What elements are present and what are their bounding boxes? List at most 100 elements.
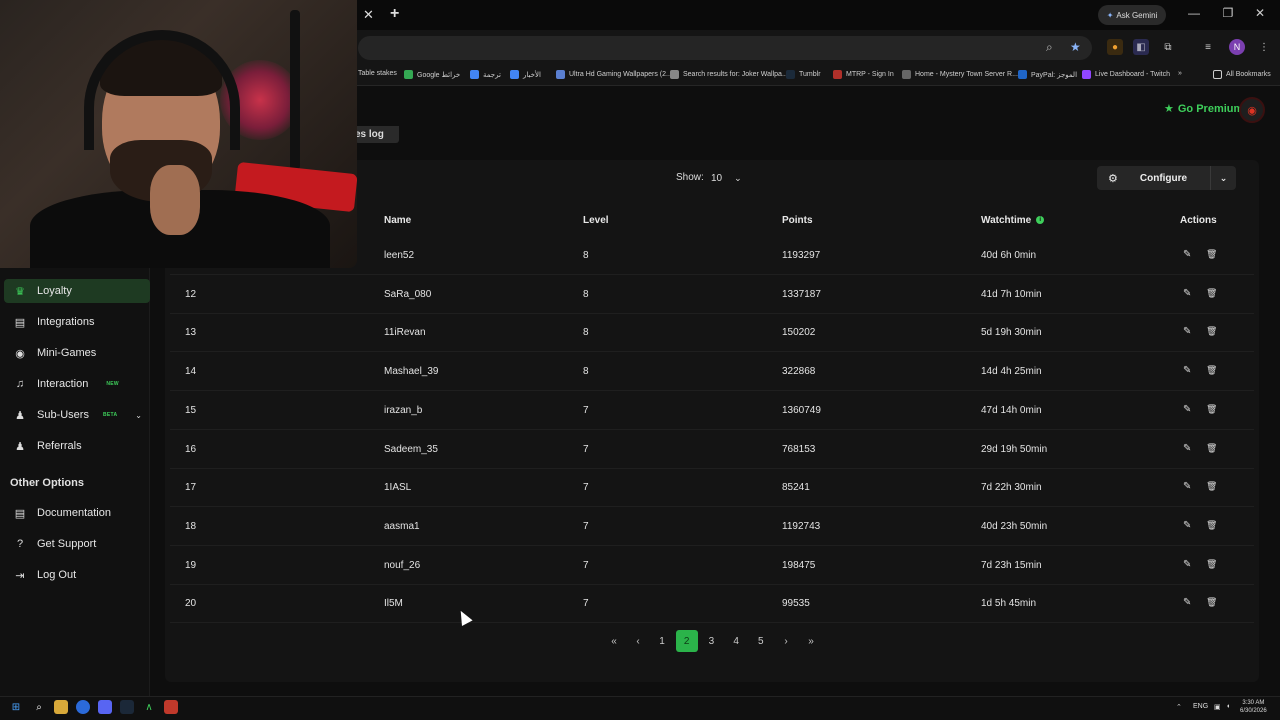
sidebar-item-sub-users[interactable]: ♟ Sub-Users BETA ⌄ bbox=[4, 403, 150, 427]
page-button[interactable]: 4 bbox=[725, 630, 747, 652]
configure-button[interactable]: ⚙ Configure ⌄ bbox=[1097, 166, 1236, 190]
trash-icon[interactable]: 🗑 bbox=[1206, 443, 1217, 454]
system-clock[interactable]: 3:30 AM 6/30/2026 bbox=[1240, 699, 1267, 715]
sidebar-item-loyalty[interactable]: ♛ Loyalty bbox=[4, 279, 150, 303]
steam-icon[interactable] bbox=[120, 700, 134, 714]
media-control-icon[interactable]: ≡ bbox=[1200, 39, 1216, 55]
bookmark-item[interactable]: Home - Mystery Town Server R... bbox=[902, 70, 1018, 79]
extension-icon[interactable]: ◧ bbox=[1133, 39, 1149, 55]
page-button[interactable]: 1 bbox=[651, 630, 673, 652]
bookmark-item[interactable]: Ultra Hd Gaming Wallpapers (2... bbox=[556, 70, 672, 79]
bookmark-item[interactable]: Tumblr bbox=[786, 70, 821, 79]
profile-avatar[interactable]: N bbox=[1229, 39, 1245, 55]
next-page-icon[interactable]: › bbox=[775, 630, 797, 652]
column-header-watchtime[interactable]: Watchtime i bbox=[981, 215, 1045, 226]
zoom-icon[interactable]: ⌕ bbox=[1046, 40, 1053, 55]
edit-icon[interactable]: ✎ bbox=[1183, 597, 1191, 608]
status-badge: BETA bbox=[102, 412, 118, 418]
column-header-name[interactable]: Name bbox=[384, 215, 411, 226]
favicon-icon bbox=[902, 70, 911, 79]
prev-page-icon[interactable]: ‹ bbox=[627, 630, 649, 652]
column-header-points[interactable]: Points bbox=[782, 215, 813, 226]
trash-icon[interactable]: 🗑 bbox=[1206, 559, 1217, 570]
page-size-select[interactable]: 10 ⌄ bbox=[705, 168, 751, 188]
info-icon[interactable]: i bbox=[1036, 216, 1045, 225]
sidebar-item-documentation[interactable]: ▤ Documentation bbox=[4, 501, 150, 525]
file-explorer-icon[interactable] bbox=[54, 700, 68, 714]
close-tab-icon[interactable]: ✕ bbox=[363, 7, 377, 23]
webcam-overlay bbox=[0, 0, 357, 268]
first-page-icon[interactable]: « bbox=[603, 630, 625, 652]
volume-icon[interactable]: ◖ bbox=[1226, 703, 1230, 710]
edit-icon[interactable]: ✎ bbox=[1183, 443, 1191, 454]
trash-icon[interactable]: 🗑 bbox=[1206, 365, 1217, 376]
bookmark-item[interactable]: ترجمة bbox=[470, 70, 501, 79]
points-cell: 1192743 bbox=[782, 520, 821, 532]
user-avatar[interactable]: ◉ bbox=[1239, 97, 1265, 123]
language-indicator[interactable]: ENG bbox=[1193, 703, 1208, 710]
bookmark-item[interactable]: Live Dashboard - Twitch bbox=[1082, 70, 1170, 79]
bookmark-item[interactable]: Google خرائط bbox=[404, 70, 460, 79]
extension-icon[interactable]: ● bbox=[1107, 39, 1123, 55]
close-window-icon[interactable]: ✕ bbox=[1252, 6, 1268, 20]
bookmark-item[interactable]: MTRP - Sign In bbox=[833, 70, 894, 79]
edit-icon[interactable]: ✎ bbox=[1183, 326, 1191, 337]
trash-icon[interactable]: 🗑 bbox=[1206, 597, 1217, 608]
browser-menu-icon[interactable]: ⋮ bbox=[1256, 39, 1272, 55]
search-icon[interactable]: ⌕ bbox=[32, 700, 46, 714]
trash-icon[interactable]: 🗑 bbox=[1206, 326, 1217, 337]
tray-chevron-icon[interactable]: ⌃ bbox=[1176, 703, 1182, 711]
last-page-icon[interactable]: » bbox=[800, 630, 822, 652]
book-icon: ▤ bbox=[14, 507, 26, 520]
page-button[interactable]: 3 bbox=[700, 630, 722, 652]
new-tab-icon[interactable]: + bbox=[390, 5, 406, 23]
bookmark-item[interactable]: الأخبار bbox=[510, 70, 541, 79]
sidebar-item-referrals[interactable]: ♟ Referrals bbox=[4, 434, 150, 458]
edit-icon[interactable]: ✎ bbox=[1183, 481, 1191, 492]
trash-icon[interactable]: 🗑 bbox=[1206, 288, 1217, 299]
edit-icon[interactable]: ✎ bbox=[1183, 288, 1191, 299]
trash-icon[interactable]: 🗑 bbox=[1206, 404, 1217, 415]
points-cell: 1360749 bbox=[782, 404, 821, 416]
app-icon[interactable]: ∧ bbox=[142, 700, 156, 714]
bookmark-item[interactable]: Table stakes bbox=[358, 70, 397, 77]
table-row: 13 11iRevan 8 150202 5d 19h 30min ✎ 🗑 bbox=[170, 314, 1254, 353]
page-button[interactable]: 2 bbox=[675, 630, 698, 652]
watchtime-cell: 1d 5h 45min bbox=[981, 598, 1037, 610]
trash-icon[interactable]: 🗑 bbox=[1206, 520, 1217, 531]
bookmark-star-icon[interactable]: ★ bbox=[1070, 40, 1081, 54]
sidebar-item-interaction[interactable]: ♫ Interaction NEW bbox=[4, 372, 150, 396]
network-icon[interactable]: ▣ bbox=[1214, 703, 1221, 711]
edit-icon[interactable]: ✎ bbox=[1183, 404, 1191, 415]
sidebar-item-label: Sub-Users bbox=[37, 409, 89, 421]
sidebar-item-label: Get Support bbox=[37, 538, 97, 550]
bookmark-item[interactable]: Search results for: Joker Wallpa... bbox=[670, 70, 788, 79]
trash-icon[interactable]: 🗑 bbox=[1206, 481, 1217, 492]
sidebar-item-mini-games[interactable]: ◉ Mini-Games bbox=[4, 341, 150, 365]
tab-log[interactable]: es log bbox=[355, 126, 399, 143]
ask-gemini-button[interactable]: ✦ Ask Gemini bbox=[1098, 5, 1166, 25]
extensions-puzzle-icon[interactable]: ⧉ bbox=[1160, 39, 1176, 55]
go-premium-button[interactable]: ★ Go Premium bbox=[1164, 102, 1243, 116]
sidebar-item-log-out[interactable]: ⇥ Log Out bbox=[4, 563, 150, 587]
more-bookmarks-icon[interactable]: » bbox=[1178, 70, 1182, 77]
bookmark-item[interactable]: PayPal: الموجز bbox=[1018, 70, 1077, 79]
edit-icon[interactable]: ✎ bbox=[1183, 365, 1191, 376]
page-button[interactable]: 5 bbox=[750, 630, 772, 652]
discord-icon[interactable] bbox=[98, 700, 112, 714]
chrome-icon[interactable] bbox=[76, 700, 90, 714]
configure-dropdown-chevron-icon[interactable]: ⌄ bbox=[1210, 166, 1236, 190]
minimize-icon[interactable]: — bbox=[1186, 6, 1202, 20]
edit-icon[interactable]: ✎ bbox=[1183, 249, 1191, 260]
restore-icon[interactable]: ❐ bbox=[1220, 6, 1236, 20]
all-bookmarks-button[interactable]: All Bookmarks bbox=[1213, 70, 1271, 79]
trash-icon[interactable]: 🗑 bbox=[1206, 249, 1217, 260]
shield-app-icon[interactable] bbox=[164, 700, 178, 714]
edit-icon[interactable]: ✎ bbox=[1183, 520, 1191, 531]
omnibox[interactable] bbox=[358, 36, 1092, 60]
sidebar-item-get-support[interactable]: ? Get Support bbox=[4, 532, 150, 556]
windows-start-icon[interactable]: ⊞ bbox=[9, 700, 23, 714]
sidebar-item-integrations[interactable]: ▤ Integrations bbox=[4, 310, 150, 334]
edit-icon[interactable]: ✎ bbox=[1183, 559, 1191, 570]
column-header-level[interactable]: Level bbox=[583, 215, 609, 226]
